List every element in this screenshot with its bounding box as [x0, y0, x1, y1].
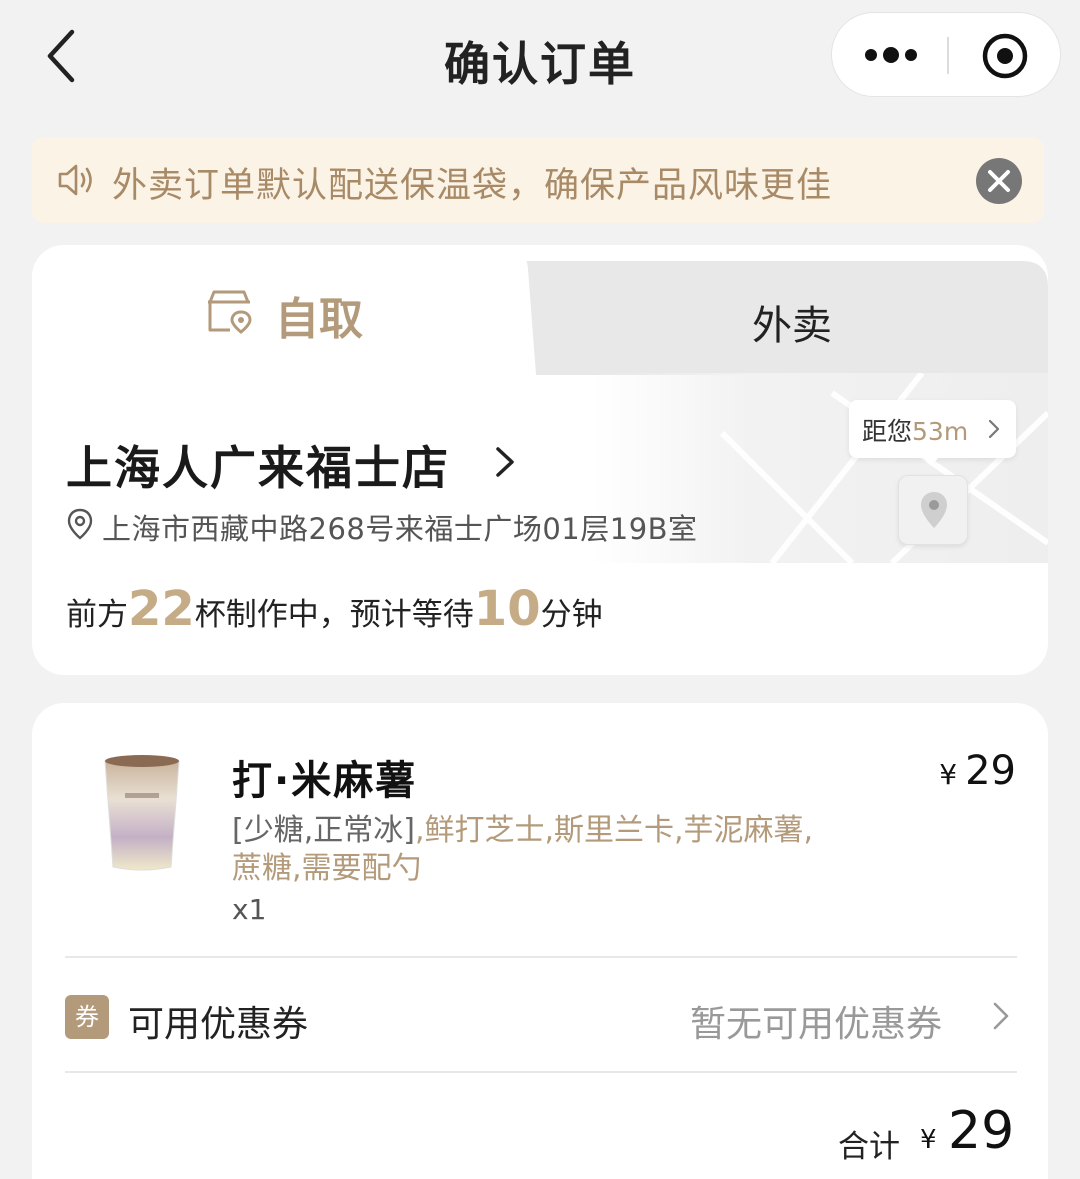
distance-value: 53m	[912, 417, 969, 446]
location-pin-icon	[67, 508, 93, 540]
total-currency: ¥	[920, 1125, 937, 1155]
divider	[65, 956, 1017, 958]
queue-status: 前方22杯制作中，预计等待10分钟	[66, 581, 603, 637]
divider	[65, 1071, 1017, 1073]
mini-program-capsule	[831, 12, 1061, 97]
wait-minutes: 10	[473, 581, 541, 637]
map-pin-marker	[898, 475, 968, 545]
total-label: 合计	[838, 1129, 900, 1165]
chevron-right-icon	[993, 1002, 1009, 1030]
tab-pickup-label: 自取	[275, 294, 363, 345]
product-name: 打·米麻薯	[232, 758, 418, 804]
chevron-right-icon	[988, 419, 1000, 439]
order-card: 打·米麻薯 ¥29 [少糖,正常冰],鲜打芝士,斯里兰卡,芋泥麻薯, 蔗糖,需要…	[32, 703, 1048, 1179]
queue-prefix: 前方	[66, 597, 128, 633]
coupon-badge: 券	[65, 995, 109, 1039]
tab-delivery[interactable]: 外卖	[752, 293, 832, 351]
queue-cups: 22	[128, 581, 195, 637]
speaker-icon	[58, 164, 92, 196]
distance-chip-tail	[922, 456, 940, 466]
store-name[interactable]: 上海人广来福士店	[66, 432, 450, 498]
distance-prefix: 距您	[862, 417, 913, 446]
distance-chip[interactable]: 距您53m	[849, 400, 1016, 458]
nav-bar: 确认订单	[0, 0, 1080, 115]
spec-extras: ,鲜打芝士,斯里兰卡,芋泥麻薯,	[414, 813, 814, 848]
coupon-label: 可用优惠券	[128, 1004, 309, 1045]
notice-banner: 外卖订单默认配送保温袋，确保产品风味更佳	[32, 137, 1044, 223]
queue-suffix: 分钟	[540, 597, 603, 633]
currency-symbol: ¥	[939, 758, 958, 791]
store-card: 自取 外卖 距您53m 上海人广来福士店 上海市西藏中路268号来福士广场01层…	[32, 245, 1048, 675]
product-quantity: x1	[232, 893, 267, 926]
queue-middle: 杯制作中，预计等待	[194, 597, 474, 633]
notice-text: 外卖订单默认配送保温袋，确保产品风味更佳	[112, 166, 833, 206]
product-price: ¥29	[939, 748, 1016, 794]
map-pin-icon	[921, 492, 947, 528]
store-pickup-icon	[208, 290, 252, 334]
coupon-value: 暂无可用优惠券	[690, 1004, 943, 1045]
store-address: 上海市西藏中路268号来福士广场01层19B室	[102, 512, 698, 546]
close-icon[interactable]	[975, 157, 1023, 205]
chevron-right-icon[interactable]	[494, 445, 516, 479]
tab-switcher	[32, 245, 1048, 375]
total-value: 29	[948, 1101, 1015, 1161]
spec-extras-2: 蔗糖,需要配勺	[232, 851, 422, 886]
capsule-divider	[947, 37, 949, 74]
target-icon[interactable]	[981, 32, 1029, 80]
product-image	[104, 755, 180, 871]
price-value: 29	[965, 748, 1016, 794]
more-dots-icon[interactable]	[862, 35, 920, 75]
